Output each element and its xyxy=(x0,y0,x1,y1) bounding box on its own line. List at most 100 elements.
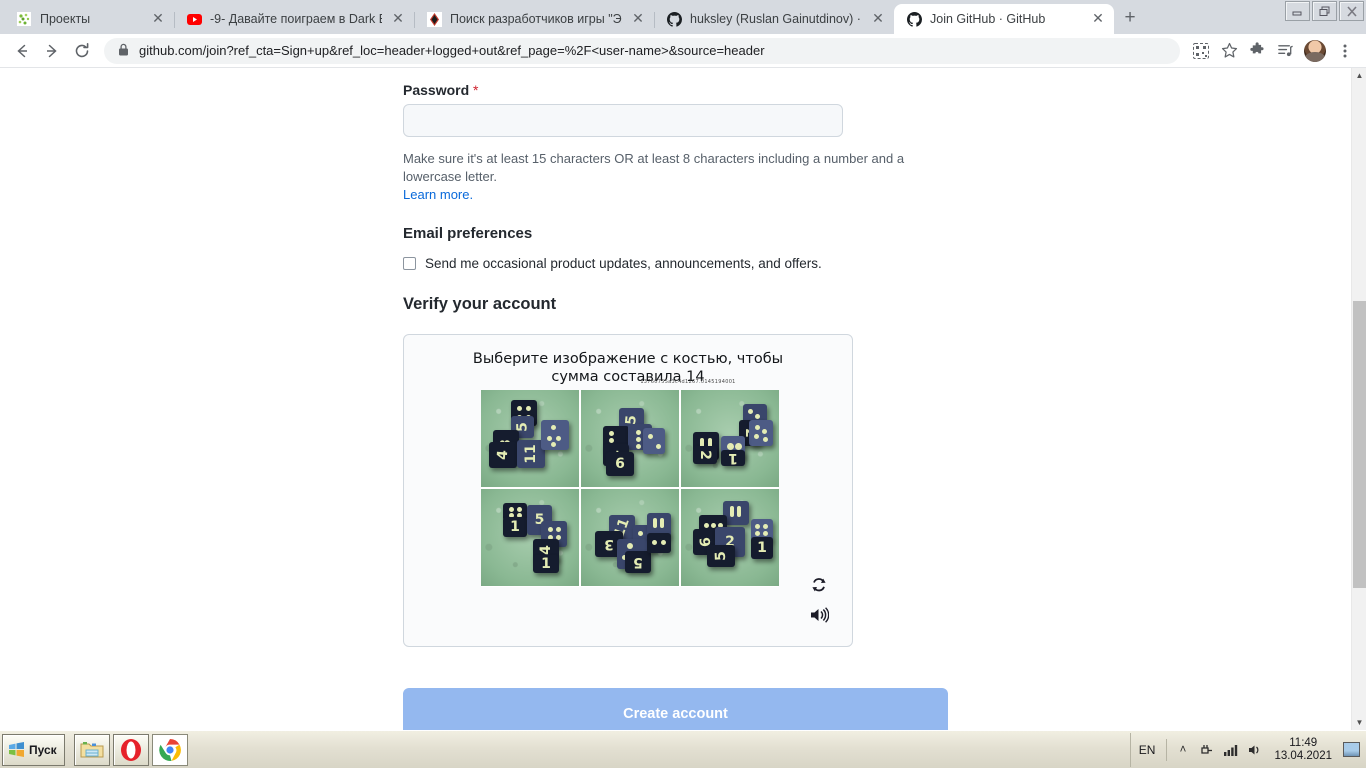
reload-button[interactable] xyxy=(68,37,96,65)
page-viewport: Password * Make sure it's at least 15 ch… xyxy=(0,68,1366,730)
clock-date: 13.04.2021 xyxy=(1274,749,1332,762)
minimize-button[interactable] xyxy=(1285,1,1310,21)
die: 1 xyxy=(721,450,745,466)
tab-title: huksley (Ruslan Gainutdinov) · GitH xyxy=(690,12,862,26)
browser-tab-4[interactable]: huksley (Ruslan Gainutdinov) · GitH ✕ xyxy=(654,4,894,34)
refresh-icon[interactable] xyxy=(808,574,830,596)
email-updates-row[interactable]: Send me occasional product updates, anno… xyxy=(403,256,948,271)
chevron-up-icon[interactable]: ˄ xyxy=(1174,741,1191,758)
tab-title: -9- Давайте поиграем в Dark Eart xyxy=(210,12,382,26)
captcha-tile-1[interactable]: 5 3 4 11 xyxy=(481,390,579,487)
die: 5 xyxy=(625,551,651,573)
audio-speaker-icon[interactable] xyxy=(808,604,830,626)
language-indicator[interactable]: EN xyxy=(1139,743,1160,757)
captcha-tile-2[interactable]: 5 6 xyxy=(581,390,679,487)
browser-toolbar: github.com/join?ref_cta=Sign+up&ref_loc=… xyxy=(0,34,1366,68)
die xyxy=(541,420,569,450)
explorer-folder-icon xyxy=(80,741,104,757)
page-scrollbar[interactable]: ▲ ▼ xyxy=(1351,68,1366,730)
profile-avatar[interactable] xyxy=(1304,39,1326,62)
url-text: github.com/join?ref_cta=Sign+up&ref_loc=… xyxy=(139,43,765,58)
tab-close-icon[interactable]: ✕ xyxy=(390,11,406,27)
tab-close-icon[interactable]: ✕ xyxy=(1090,11,1106,27)
tab-title: Join GitHub · GitHub xyxy=(930,12,1046,26)
bookmark-star-icon[interactable] xyxy=(1216,38,1242,64)
media-list-icon[interactable] xyxy=(1272,38,1298,64)
tab-title: Проекты xyxy=(40,12,91,26)
die xyxy=(643,428,665,454)
create-account-button[interactable]: Create account xyxy=(403,688,948,730)
die: 1 xyxy=(751,537,773,559)
die: 4 xyxy=(489,442,517,468)
youtube-icon xyxy=(186,11,202,27)
browser-window: Проекты ✕ -9- Давайте поиграем в Dark Ea… xyxy=(0,0,1366,730)
github-icon xyxy=(906,11,922,27)
start-button[interactable]: Пуск xyxy=(2,733,65,766)
die xyxy=(647,533,671,553)
tab-close-icon[interactable]: ✕ xyxy=(630,11,646,27)
taskbar-explorer-button[interactable] xyxy=(73,733,110,766)
captcha-hash: 13760755a3c4d1267.0145194001 xyxy=(640,379,736,385)
die: 5 xyxy=(707,545,735,567)
captcha-panel: Выберите изображение с костью, чтобы сум… xyxy=(403,334,853,647)
captcha-tile-6[interactable]: 6 2 5 1 xyxy=(681,489,779,586)
github-icon xyxy=(666,11,682,27)
captcha-tile-4[interactable]: 1 5 4 1 xyxy=(481,489,579,586)
restore-button[interactable] xyxy=(1312,1,1337,21)
start-label: Пуск xyxy=(29,742,57,757)
die: 1 xyxy=(533,555,559,573)
address-bar[interactable]: github.com/join?ref_cta=Sign+up&ref_loc=… xyxy=(104,37,1180,64)
captcha-image-grid: 5 3 4 11 xyxy=(481,390,779,587)
new-tab-button[interactable]: + xyxy=(1116,4,1144,32)
window-controls xyxy=(1285,1,1364,21)
qr-code-icon[interactable] xyxy=(1188,38,1214,64)
forward-button[interactable] xyxy=(38,37,66,65)
volume-icon[interactable] xyxy=(1246,741,1263,758)
verify-account-heading: Verify your account xyxy=(403,295,557,313)
password-label: Password * xyxy=(403,82,479,98)
required-marker: * xyxy=(473,82,479,98)
captcha-tile-5[interactable]: 11 3 5 xyxy=(581,489,679,586)
opera-icon xyxy=(120,738,141,761)
tab-close-icon[interactable]: ✕ xyxy=(150,11,166,27)
network-signal-icon[interactable] xyxy=(1222,741,1239,758)
browser-tab-2[interactable]: -9- Давайте поиграем в Dark Eart ✕ xyxy=(174,4,414,34)
signup-form: Password * Make sure it's at least 15 ch… xyxy=(403,68,948,730)
dtf-icon xyxy=(426,11,442,27)
back-button[interactable] xyxy=(8,37,36,65)
password-input[interactable] xyxy=(403,104,843,137)
dots-green-icon xyxy=(16,11,32,27)
close-button[interactable] xyxy=(1339,1,1364,21)
scroll-down-arrow[interactable]: ▼ xyxy=(1352,715,1366,730)
scroll-up-arrow[interactable]: ▲ xyxy=(1352,68,1366,83)
die: 1 xyxy=(503,517,527,537)
browser-tab-5-active[interactable]: Join GitHub · GitHub ✕ xyxy=(894,4,1114,34)
chrome-icon xyxy=(158,738,181,761)
captcha-tile-3[interactable]: 2 1 xyxy=(681,390,779,487)
system-tray: EN ˄ 11:49 13.04.2021 xyxy=(1129,732,1366,767)
tab-close-icon[interactable]: ✕ xyxy=(870,11,886,27)
password-hint-text: Make sure it's at least 15 characters OR… xyxy=(403,151,905,184)
extensions-puzzle-icon[interactable] xyxy=(1244,38,1270,64)
scrollbar-thumb[interactable] xyxy=(1353,301,1366,588)
taskbar-chrome-button[interactable] xyxy=(151,733,188,766)
windows-logo-icon xyxy=(9,742,24,757)
email-updates-checkbox[interactable] xyxy=(403,257,416,270)
clock-time: 11:49 xyxy=(1289,736,1318,749)
power-plug-icon[interactable] xyxy=(1198,741,1215,758)
taskbar-opera-button[interactable] xyxy=(112,733,149,766)
github-join-page: Password * Make sure it's at least 15 ch… xyxy=(0,68,1351,730)
browser-tab-1[interactable]: Проекты ✕ xyxy=(4,4,174,34)
password-hint: Make sure it's at least 15 characters OR… xyxy=(403,150,963,204)
browser-tab-3[interactable]: Поиск разработчиков игры "Эхо С ✕ xyxy=(414,4,654,34)
show-desktop-button[interactable] xyxy=(1343,742,1360,757)
email-preferences-heading: Email preferences xyxy=(403,225,533,242)
email-updates-label: Send me occasional product updates, anno… xyxy=(425,256,822,271)
windows-taskbar: Пуск EN ˄ 11:49 13.04.2021 xyxy=(0,730,1366,768)
chrome-menu-icon[interactable] xyxy=(1332,38,1358,64)
learn-more-link[interactable]: Learn more. xyxy=(403,187,473,202)
lock-icon xyxy=(118,43,129,59)
tab-title: Поиск разработчиков игры "Эхо С xyxy=(450,12,622,26)
taskbar-clock[interactable]: 11:49 13.04.2021 xyxy=(1270,737,1336,763)
tray-divider xyxy=(1166,738,1168,761)
